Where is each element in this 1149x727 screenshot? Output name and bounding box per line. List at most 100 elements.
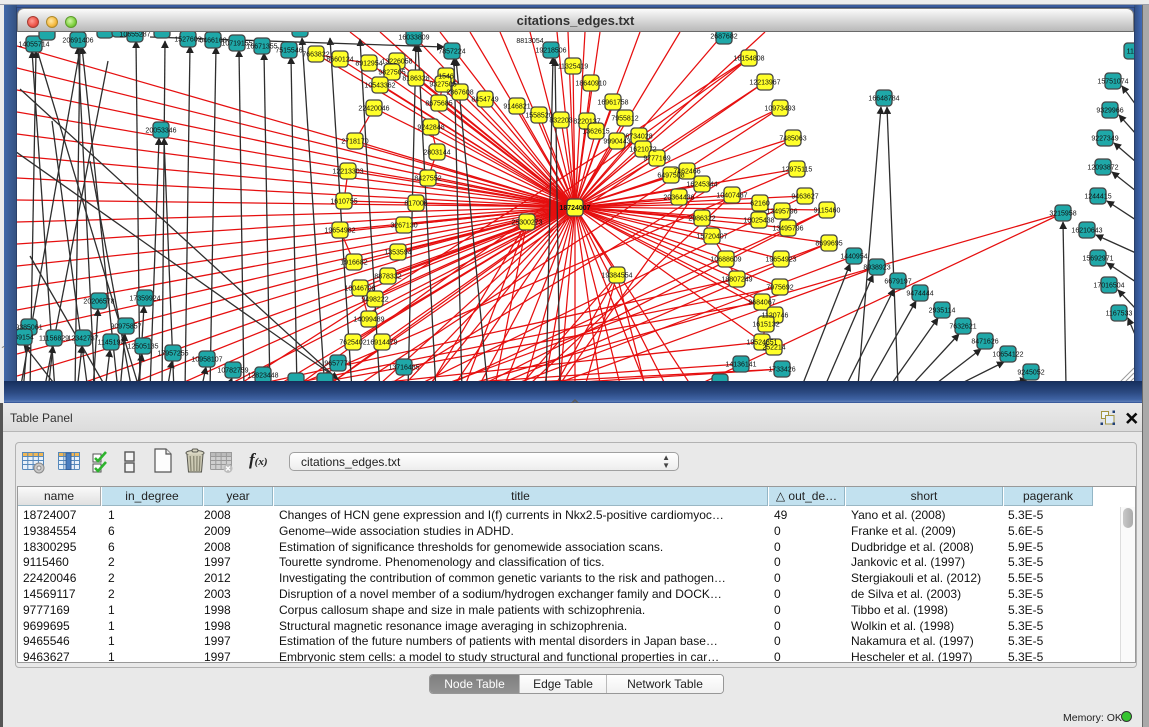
svg-text:18724007: 18724007 [559, 205, 590, 212]
svg-text:10046708: 10046708 [344, 286, 375, 293]
svg-text:22420046: 22420046 [358, 106, 389, 113]
svg-text:8660124: 8660124 [326, 57, 353, 64]
svg-text:16648784: 16648784 [868, 96, 899, 103]
svg-text:10688609: 10688609 [710, 257, 741, 264]
svg-text:10654122: 10654122 [992, 352, 1023, 359]
svg-text:15720407: 15720407 [696, 234, 727, 241]
svg-text:2986322: 2986322 [688, 216, 715, 223]
svg-text:8471626: 8471626 [971, 339, 998, 346]
svg-text:13495796: 13495796 [772, 226, 803, 233]
svg-text:10655287: 10655287 [119, 32, 150, 39]
svg-text:14055714: 14055714 [18, 42, 49, 49]
svg-text:15751074: 15751074 [1097, 79, 1128, 86]
svg-text:12975115: 12975115 [782, 167, 813, 174]
svg-text:7485063: 7485063 [779, 136, 806, 143]
svg-text:12213967: 12213967 [749, 80, 780, 87]
svg-text:18640910: 18640910 [575, 81, 606, 88]
svg-text:20053346: 20053346 [145, 128, 176, 135]
svg-text:20691406: 20691406 [62, 38, 93, 45]
svg-text:16914479: 16914479 [366, 340, 397, 347]
svg-text:3215958: 3215958 [1049, 211, 1076, 218]
svg-text:1916682: 1916682 [340, 260, 367, 267]
svg-text:9146821: 9146821 [503, 104, 530, 111]
svg-text:6497508: 6497508 [657, 173, 684, 180]
svg-text:16154808: 16154808 [733, 56, 764, 63]
svg-text:1733426: 1733426 [768, 367, 795, 374]
svg-text:13226058: 13226058 [381, 59, 412, 66]
svg-text:7975692: 7975692 [766, 285, 793, 292]
svg-text:8878332: 8878332 [374, 274, 401, 281]
svg-text:39154: 39154 [17, 335, 34, 342]
svg-text:9684067: 9684067 [748, 300, 775, 307]
svg-text:111: 111 [1127, 49, 1134, 56]
svg-text:25300273: 25300273 [511, 220, 542, 227]
svg-text:1244415: 1244415 [1084, 194, 1111, 201]
svg-text:10025438: 10025438 [743, 218, 774, 225]
svg-text:9115460: 9115460 [814, 208, 841, 215]
svg-text:1440954: 1440954 [840, 254, 867, 261]
svg-text:9498222: 9498222 [361, 297, 388, 304]
svg-text:8912954: 8912954 [355, 61, 382, 68]
svg-text:10973493: 10973493 [764, 106, 795, 113]
svg-text:11325419: 11325419 [558, 64, 589, 71]
svg-text:8699695: 8699695 [815, 241, 842, 248]
svg-text:7515546: 7515546 [275, 48, 302, 55]
svg-text:6734028: 6734028 [625, 134, 652, 141]
svg-text:10782759: 10782759 [217, 368, 248, 375]
svg-text:2935114: 2935114 [929, 308, 956, 315]
svg-text:252214: 252214 [762, 345, 785, 352]
svg-text:7625402: 7625402 [339, 340, 366, 347]
svg-text:11156829: 11156829 [39, 336, 69, 343]
svg-text:9242848: 9242848 [417, 125, 444, 132]
svg-text:17957255: 17957255 [157, 351, 188, 358]
svg-text:13495796: 13495796 [766, 209, 797, 216]
svg-text:1353594: 1353594 [384, 250, 411, 257]
svg-text:12213303: 12213303 [332, 169, 363, 176]
svg-text:7632621: 7632621 [949, 324, 976, 331]
svg-text:1546: 1546 [438, 74, 454, 81]
svg-text:9463627: 9463627 [791, 194, 818, 201]
svg-text:17359924: 17359924 [129, 296, 160, 303]
svg-text:9777169: 9777169 [643, 156, 670, 163]
svg-text:1615132: 1615132 [752, 322, 779, 329]
svg-text:1621072: 1621072 [629, 147, 656, 154]
svg-text:6679197: 6679197 [884, 279, 911, 286]
svg-text:1145194: 1145194 [98, 340, 125, 347]
svg-text:16671355: 16671355 [246, 44, 277, 51]
svg-text:19218506: 19218506 [535, 48, 566, 55]
svg-text:9385061: 9385061 [17, 325, 43, 332]
svg-text:13716485: 13716485 [388, 365, 419, 372]
svg-text:1610755: 1610755 [330, 199, 357, 206]
svg-text:16033809: 16033809 [398, 35, 429, 42]
svg-text:10958107: 10958107 [191, 357, 222, 364]
svg-text:8186328: 8186328 [402, 76, 429, 83]
svg-text:2803144: 2803144 [423, 150, 450, 157]
svg-text:9474444: 9474444 [906, 291, 933, 298]
svg-text:90975857: 90975857 [110, 324, 141, 331]
svg-text:8938923: 8938923 [863, 265, 890, 272]
svg-text:3267130: 3267130 [390, 223, 417, 230]
svg-text:16245344: 16245344 [686, 182, 717, 189]
svg-text:2718170: 2718170 [341, 139, 368, 146]
svg-text:7955812: 7955812 [611, 116, 638, 123]
svg-text:62160: 62160 [750, 201, 770, 208]
svg-text:19654982: 19654982 [324, 228, 355, 235]
svg-text:9657771: 9657771 [324, 361, 351, 368]
svg-text:9227349: 9227349 [1091, 136, 1118, 143]
svg-text:8675685: 8675685 [425, 101, 452, 108]
svg-text:2687682: 2687682 [710, 34, 737, 41]
svg-text:19384554: 19384554 [601, 273, 632, 280]
svg-text:7857224: 7857224 [438, 49, 465, 56]
svg-text:19654923: 19654923 [765, 257, 796, 264]
svg-text:1362615: 1362615 [582, 129, 609, 136]
svg-text:18807249: 18807249 [721, 277, 752, 284]
svg-text:20206578: 20206578 [83, 299, 114, 306]
svg-text:9327505: 9327505 [429, 82, 456, 89]
svg-text:10543362: 10543362 [364, 83, 395, 90]
svg-text:14099489: 14099489 [353, 317, 384, 324]
svg-text:16210643: 16210643 [1071, 228, 1102, 235]
svg-text:1167533: 1167533 [1106, 311, 1133, 318]
svg-text:8427552: 8427552 [414, 176, 441, 183]
svg-text:9329966: 9329966 [1096, 108, 1123, 115]
svg-text:1120746: 1120746 [762, 313, 789, 320]
